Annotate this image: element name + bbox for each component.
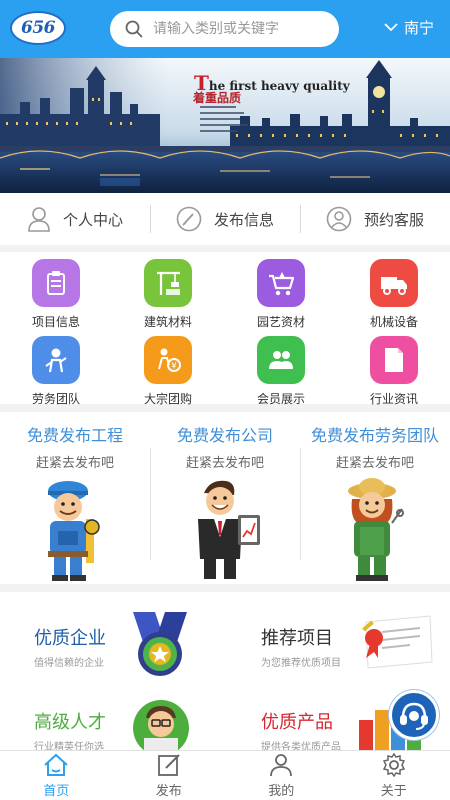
promo-subtitle: 赶紧去发布吧 bbox=[335, 456, 414, 471]
clipboard-icon bbox=[32, 259, 80, 307]
category-label: 会员展示 bbox=[256, 392, 305, 406]
promo-publish-labor[interactable]: 免费发布劳务团队 赶紧去发布吧 bbox=[300, 412, 450, 584]
promo-publish-project[interactable]: 免费发布工程 赶紧去发布吧 bbox=[0, 412, 150, 584]
document-icon bbox=[370, 336, 418, 384]
search-input[interactable] bbox=[153, 21, 333, 37]
promo-subtitle: 赶紧去发布吧 bbox=[185, 456, 264, 471]
category-label: 大宗团购 bbox=[143, 392, 192, 406]
category-building-materials[interactable]: 建筑材料 bbox=[112, 259, 224, 330]
search-box[interactable] bbox=[110, 11, 339, 47]
publish-icon bbox=[157, 753, 180, 776]
quick-label: 个人中心 bbox=[62, 210, 123, 229]
bottom-tab-bar: 首页 发布 我的 关于 bbox=[0, 750, 450, 800]
recommend-title: 推荐项目 bbox=[261, 628, 333, 649]
cart-icon bbox=[257, 259, 305, 307]
certificate-icon bbox=[362, 615, 433, 669]
promo-title: 免费发布公司 bbox=[176, 426, 273, 445]
category-label: 建筑材料 bbox=[143, 315, 192, 329]
recommend-subtitle: 为您推荐优质项目 bbox=[261, 658, 341, 669]
promo-subtitle: 赶紧去发布吧 bbox=[35, 456, 114, 471]
gardener-illustration bbox=[348, 478, 404, 581]
recommend-senior-talent[interactable]: 高级人才 行业精英任你选 bbox=[34, 708, 106, 750]
customer-service-button[interactable] bbox=[389, 690, 439, 740]
profile-icon bbox=[270, 753, 293, 776]
tab-mine[interactable]: 我的 bbox=[225, 751, 338, 800]
recommend-title: 优质产品 bbox=[261, 712, 333, 733]
truck-icon bbox=[370, 259, 418, 307]
category-label: 行业资讯 bbox=[369, 392, 418, 406]
app-logo[interactable]: 656 bbox=[10, 11, 66, 45]
category-label: 项目信息 bbox=[31, 315, 80, 329]
recommend-subtitle: 提供各类优质产品 bbox=[261, 742, 341, 750]
personal-center-button[interactable]: 个人中心 bbox=[0, 193, 150, 245]
tab-about[interactable]: 关于 bbox=[338, 751, 450, 800]
recommend-title: 优质企业 bbox=[34, 628, 106, 649]
builder-illustration bbox=[48, 481, 100, 581]
quick-label: 发布信息 bbox=[213, 210, 274, 229]
tab-label: 关于 bbox=[380, 783, 407, 799]
person-icon bbox=[28, 207, 50, 232]
publish-info-button[interactable]: 发布信息 bbox=[150, 193, 300, 245]
svg-text:¥: ¥ bbox=[171, 362, 177, 372]
app-page: 656 南宁 bbox=[0, 0, 450, 800]
recommend-projects[interactable]: 推荐项目 为您推荐优质项目 bbox=[261, 624, 341, 669]
recommend-subtitle: 行业精英任你选 bbox=[34, 742, 104, 750]
recommend-quality-products[interactable]: 优质产品 提供各类优质产品 bbox=[261, 708, 341, 750]
medal-icon bbox=[133, 612, 187, 676]
category-label: 机械设备 bbox=[369, 315, 418, 329]
promo-title: 免费发布劳务团队 bbox=[310, 426, 439, 445]
category-project-info[interactable]: 项目信息 bbox=[0, 259, 112, 330]
headset-icon bbox=[400, 702, 428, 730]
group-buy-icon: ¥ bbox=[144, 336, 192, 384]
crane-icon bbox=[144, 259, 192, 307]
chevron-down-icon bbox=[384, 23, 398, 32]
quick-label: 预约客服 bbox=[363, 210, 424, 229]
recommend-title: 高级人才 bbox=[34, 712, 106, 733]
search-icon bbox=[125, 20, 143, 38]
promo-banner[interactable]: The first heavy quality 着重品质 bbox=[0, 58, 450, 193]
recommend-subtitle: 值得信赖的企业 bbox=[34, 658, 104, 669]
category-member-showcase[interactable]: 会员展示 bbox=[225, 336, 337, 407]
top-header: 656 南宁 bbox=[0, 0, 450, 58]
category-labor-team[interactable]: 劳务团队 bbox=[0, 336, 112, 407]
tab-label: 首页 bbox=[43, 783, 70, 799]
category-grid: 项目信息 建筑材料 园艺资材 机械设备 劳务团队 ¥ 大宗团购 会员展示 行业资… bbox=[0, 252, 450, 407]
category-garden-supplies[interactable]: 园艺资材 bbox=[225, 259, 337, 330]
category-machinery[interactable]: 机械设备 bbox=[338, 259, 450, 330]
businessman-illustration bbox=[198, 480, 260, 579]
promo-publish-company[interactable]: 免费发布公司 赶紧去发布吧 bbox=[150, 412, 300, 584]
category-label: 劳务团队 bbox=[31, 392, 80, 406]
category-bulk-purchase[interactable]: ¥ 大宗团购 bbox=[112, 336, 224, 407]
free-publish-section: 免费发布工程 赶紧去发布吧 免费发布公司 赶紧去发布吧 免费发布劳务团队 赶紧去… bbox=[0, 412, 450, 584]
service-icon bbox=[326, 206, 352, 232]
worker-icon bbox=[32, 336, 80, 384]
settings-icon bbox=[382, 752, 405, 777]
tab-label: 我的 bbox=[268, 783, 295, 799]
tab-label: 发布 bbox=[155, 783, 182, 799]
city-selector[interactable]: 南宁 bbox=[384, 17, 434, 38]
logo-text: 656 bbox=[21, 18, 56, 38]
recommend-section: 优质企业 值得信赖的企业 推荐项目 为您推荐优质项目 高级人才 行业精英任你选 … bbox=[0, 592, 450, 750]
category-label: 园艺资材 bbox=[256, 315, 305, 329]
tab-publish[interactable]: 发布 bbox=[113, 751, 226, 800]
quick-actions: 个人中心 发布信息 预约客服 bbox=[0, 193, 450, 245]
city-label: 南宁 bbox=[404, 19, 435, 37]
edit-icon bbox=[176, 206, 202, 232]
talent-avatar-icon bbox=[133, 700, 189, 750]
tab-home[interactable]: 首页 bbox=[0, 751, 113, 800]
home-icon bbox=[44, 753, 68, 776]
members-icon bbox=[257, 336, 305, 384]
banner-subtitle: 着重品质 bbox=[193, 91, 242, 105]
recommend-quality-companies[interactable]: 优质企业 值得信赖的企业 bbox=[34, 624, 106, 669]
promo-title: 免费发布工程 bbox=[26, 426, 123, 445]
book-service-button[interactable]: 预约客服 bbox=[300, 193, 450, 245]
category-industry-news[interactable]: 行业资讯 bbox=[338, 336, 450, 407]
